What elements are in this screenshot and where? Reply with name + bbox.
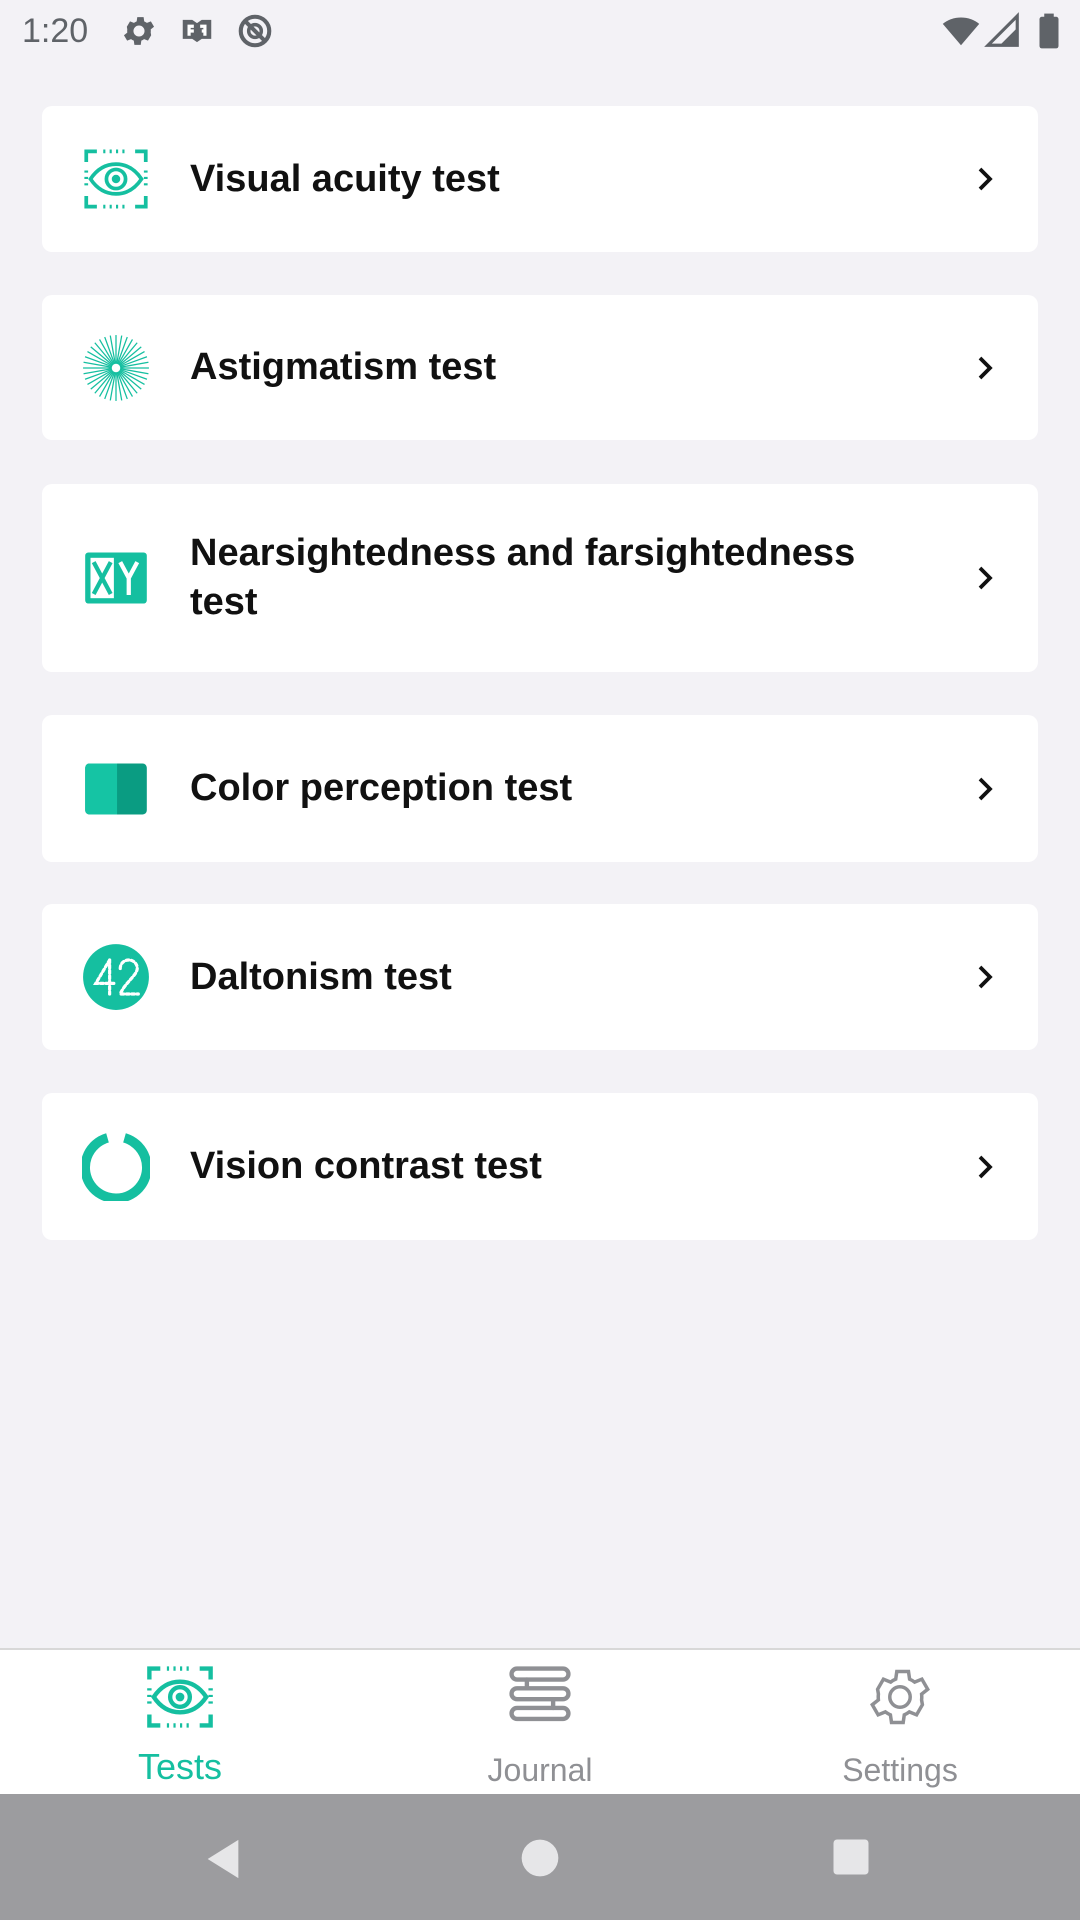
status-time: 1:20 xyxy=(22,12,89,50)
test-card-astigmatism[interactable]: Astigmatism test xyxy=(42,295,1038,440)
nav-tab-tests[interactable]: Tests xyxy=(0,1650,360,1796)
test-card-nearsightedness[interactable]: Nearsightedness and farsightedness test xyxy=(42,484,1038,672)
chevron-right-icon xyxy=(978,167,993,191)
shop-icon xyxy=(182,19,212,43)
battery-icon xyxy=(1039,13,1059,49)
test-label: Astigmatism test xyxy=(190,346,497,388)
chevron-right-icon xyxy=(978,566,993,590)
starburst-icon xyxy=(83,334,149,401)
test-card-daltonism[interactable]: Daltonism test xyxy=(42,904,1038,1050)
nav-tab-settings[interactable]: Settings xyxy=(720,1650,1080,1796)
number-42-icon xyxy=(83,944,149,1010)
nav-label: Settings xyxy=(842,1752,958,1788)
test-label: Nearsightedness and farsightedness test xyxy=(190,532,856,623)
signal-icon xyxy=(984,12,1019,47)
test-label: Daltonism test xyxy=(190,955,452,998)
test-card-color-perception[interactable]: Color perception test xyxy=(42,715,1038,862)
nav-label: Journal xyxy=(487,1752,593,1788)
wifi-icon xyxy=(942,17,980,46)
test-label: Vision contrast test xyxy=(190,1145,542,1187)
color-split-icon xyxy=(85,763,147,814)
chevron-right-icon xyxy=(978,965,993,989)
xy-icon xyxy=(85,552,147,604)
test-card-visual-acuity[interactable]: Visual acuity test xyxy=(42,106,1038,252)
recents-icon[interactable] xyxy=(830,1836,872,1878)
home-icon[interactable] xyxy=(518,1836,562,1880)
eye-scan-icon xyxy=(147,1666,213,1728)
chevron-right-icon xyxy=(978,777,993,800)
journal-icon xyxy=(509,1666,571,1722)
gear-icon xyxy=(123,17,155,45)
status-bar: 1:20 xyxy=(0,0,1080,64)
test-card-vision-contrast[interactable]: Vision contrast test xyxy=(42,1093,1038,1240)
test-label: Color perception test xyxy=(190,767,573,809)
no-sync-icon xyxy=(238,14,272,48)
bottom-nav: Tests Journal Settings xyxy=(0,1648,1080,1796)
nav-label: Tests xyxy=(137,1746,223,1787)
chevron-right-icon xyxy=(978,1155,993,1178)
system-nav-bar xyxy=(0,1794,1080,1920)
chevron-right-icon xyxy=(978,356,993,379)
ring-icon xyxy=(82,1132,150,1201)
back-icon[interactable] xyxy=(200,1836,246,1882)
nav-tab-journal[interactable]: Journal xyxy=(360,1650,720,1796)
eye-scan-icon xyxy=(84,149,148,209)
gear-icon xyxy=(870,1669,930,1725)
test-label: Visual acuity test xyxy=(190,157,500,200)
